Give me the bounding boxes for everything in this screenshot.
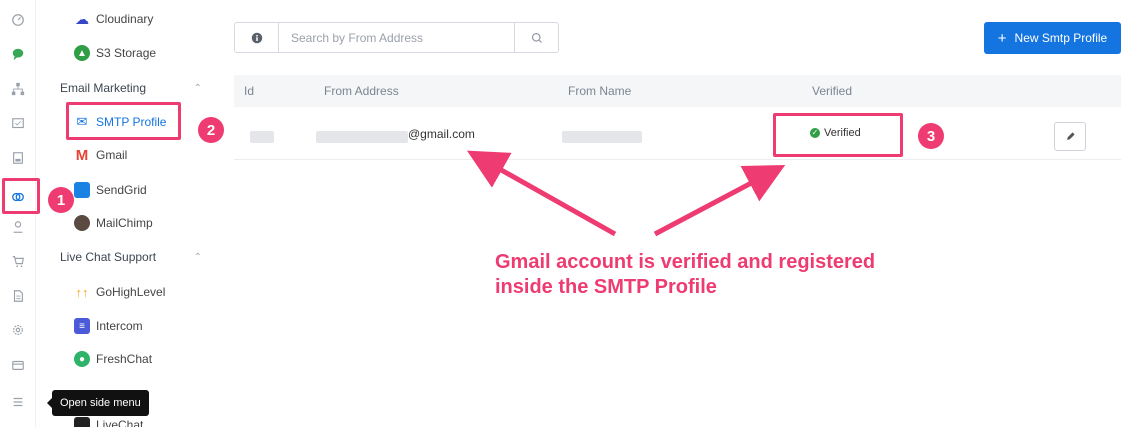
step-badge-3: 3 — [918, 123, 944, 149]
chevron-up-icon: ⌃ — [193, 251, 202, 263]
highlight-box-rail — [2, 178, 40, 214]
save-icon[interactable] — [9, 149, 27, 167]
card-icon[interactable] — [9, 356, 27, 374]
table-row[interactable]: @gmail.com ✓ Verified — [234, 113, 1121, 160]
step-badge-1: 1 — [48, 187, 74, 213]
menu-icon[interactable] — [9, 393, 27, 411]
cloudinary-icon: ☁ — [75, 10, 89, 27]
sidebar-item-freshchat[interactable]: ● FreshChat — [74, 349, 152, 369]
sidebar-item-s3[interactable]: ▲ S3 Storage — [74, 43, 156, 63]
sidebar-item-sendgrid[interactable]: SendGrid — [74, 180, 147, 200]
from-address: @gmail.com — [408, 127, 475, 141]
integrations-sidebar: ☁ Cloudinary ▲ S3 Storage Email Marketin… — [40, 0, 218, 427]
tooltip: Open side menu — [47, 390, 149, 416]
mailchimp-icon — [74, 215, 90, 231]
sendgrid-icon — [74, 182, 90, 198]
gmail-icon: M — [75, 146, 89, 164]
freshchat-icon: ● — [74, 351, 90, 367]
info-icon[interactable] — [235, 23, 279, 52]
intercom-icon: ≡ — [74, 318, 90, 334]
table-header: Id From Address From Name Verified — [234, 75, 1121, 107]
livechat-icon — [74, 417, 90, 427]
plus-icon: + — [997, 29, 1007, 47]
user-icon[interactable] — [9, 218, 27, 236]
sidebar-item-mailchimp[interactable]: MailChimp — [74, 213, 153, 233]
dashboard-icon[interactable] — [9, 11, 27, 29]
sidebar-item-cloudinary[interactable]: ☁ Cloudinary — [74, 9, 153, 29]
header-id: Id — [244, 84, 255, 98]
chevron-up-icon: ⌃ — [193, 82, 202, 94]
annotation-caption: Gmail account is verified and registered… — [495, 251, 876, 298]
redacted-name — [562, 131, 642, 143]
gohighlevel-icon: ↑↑ — [75, 284, 89, 300]
edit-button[interactable] — [1054, 122, 1086, 151]
redacted-address — [316, 131, 408, 143]
search-input[interactable] — [279, 23, 514, 52]
search-icon[interactable] — [514, 23, 558, 52]
sitemap-icon[interactable] — [9, 80, 27, 98]
header-from-name: From Name — [568, 84, 632, 98]
section-live-chat-support[interactable]: Live Chat Support ⌃ — [60, 247, 210, 267]
highlight-box-smtp — [66, 102, 181, 140]
document-icon[interactable] — [9, 287, 27, 305]
section-email-marketing[interactable]: Email Marketing ⌃ — [60, 78, 210, 98]
highlight-box-verified — [773, 113, 903, 157]
step-badge-2: 2 — [198, 117, 224, 143]
redacted-id — [250, 131, 274, 143]
s3-storage-icon: ▲ — [74, 45, 90, 61]
header-from-address: From Address — [324, 84, 399, 98]
sidebar-item-gohighlevel[interactable]: ↑↑ GoHighLevel — [74, 282, 166, 302]
pencil-icon — [1066, 132, 1075, 140]
sidebar-item-gmail[interactable]: M Gmail — [74, 145, 128, 165]
main-content: + New Smtp Profile Id From Address From … — [218, 0, 1121, 427]
sidebar-item-livechat[interactable]: LiveChat — [74, 415, 143, 427]
chat-icon[interactable] — [9, 45, 27, 63]
campaign-icon[interactable] — [9, 115, 27, 133]
new-smtp-profile-button[interactable]: + New Smtp Profile — [984, 22, 1121, 54]
cart-icon[interactable] — [9, 252, 27, 270]
settings-icon[interactable] — [9, 321, 27, 339]
header-verified: Verified — [812, 84, 853, 98]
search-bar — [234, 22, 559, 53]
sidebar-item-intercom[interactable]: ≡ Intercom — [74, 316, 143, 336]
